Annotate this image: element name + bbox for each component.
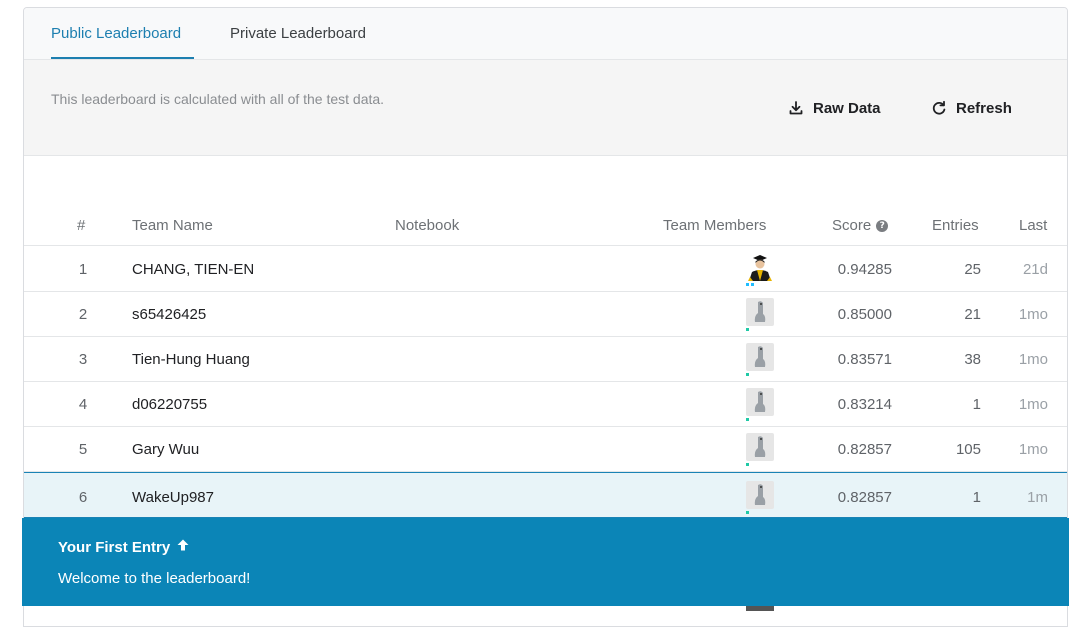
row-entries: 38 [964,351,981,368]
table-row-current-team: 6 WakeUp987 0.82857 1 1m [24,472,1067,518]
first-entry-toast: Your First Entry Welcome to the leaderbo… [22,518,1069,606]
row-last: 21d [1022,261,1048,278]
tier-indicator [746,283,749,286]
active-tab-indicator [51,57,194,59]
row-rank: 1 [78,261,88,278]
arrow-up-icon [176,538,190,556]
default-avatar[interactable] [746,433,774,461]
row-score: 0.83571 [837,351,892,368]
row-rank: 5 [78,441,88,458]
download-icon [788,100,804,116]
row-entries: 1 [972,489,981,506]
tier-indicator [751,283,754,286]
refresh-button[interactable]: Refresh [931,98,1012,118]
row-last: 1mo [1018,396,1048,413]
header-score-label: Score [832,217,872,234]
default-avatar[interactable] [746,343,774,371]
row-last: 1mo [1018,306,1048,323]
table-header: # Team Name Notebook Team Members Score … [24,206,1067,246]
row-team-name[interactable]: Tien-Hung Huang [132,351,250,368]
row-last: 1mo [1018,441,1048,458]
raw-data-button[interactable]: Raw Data [788,98,881,118]
header-team-members: Team Members [663,217,767,234]
refresh-label: Refresh [956,99,1012,117]
toast-title-text: Your First Entry [58,538,171,556]
default-avatar[interactable] [746,298,774,326]
row-score: 0.82857 [837,489,892,506]
toast-title: Your First Entry [58,538,190,556]
row-score: 0.85000 [837,306,892,323]
table-row: 5 Gary Wuu 0.82857 105 1mo [24,427,1067,472]
row-team-name[interactable]: d06220755 [132,396,207,413]
leaderboard-tabs: Public Leaderboard Private Leaderboard [24,8,1067,60]
row-entries: 25 [964,261,981,278]
refresh-icon [931,100,947,116]
next-row-avatar-peek [746,606,774,611]
row-rank: 6 [78,489,88,506]
help-icon[interactable]: ? [876,219,889,232]
header-rank: # [77,217,86,234]
row-team-name[interactable]: CHANG, TIEN-EN [132,261,254,278]
row-last: 1mo [1018,351,1048,368]
tier-indicator [746,418,749,421]
row-entries: 1 [972,396,981,413]
row-rank: 3 [78,351,88,368]
table-row: 4 d06220755 0.83214 1 1mo [24,382,1067,427]
header-team-name[interactable]: Team Name [132,217,213,234]
tier-indicator [746,328,749,331]
tier-indicator [746,373,749,376]
row-team-name[interactable]: WakeUp987 [132,489,214,506]
tab-public-leaderboard[interactable]: Public Leaderboard [51,25,181,42]
table-row: 3 Tien-Hung Huang 0.83571 38 1mo [24,337,1067,382]
tier-indicator [746,463,749,466]
row-team-name[interactable]: s65426425 [132,306,206,323]
header-entries[interactable]: Entries [932,217,979,234]
default-avatar[interactable] [746,481,774,509]
table-row: 2 s65426425 0.85000 21 1mo [24,292,1067,337]
tab-private-leaderboard[interactable]: Private Leaderboard [230,25,366,42]
row-rank: 4 [78,396,88,413]
graduate-avatar[interactable] [746,253,774,281]
leaderboard-info-bar: This leaderboard is calculated with all … [24,60,1067,156]
row-score: 0.83214 [837,396,892,413]
row-last: 1m [1027,489,1048,506]
row-score: 0.94285 [837,261,892,278]
header-last[interactable]: Last [1019,217,1047,234]
row-entries: 21 [964,306,981,323]
tier-indicator [746,511,749,514]
leaderboard-info-text: This leaderboard is calculated with all … [51,91,385,107]
default-avatar[interactable] [746,388,774,416]
raw-data-label: Raw Data [813,99,881,117]
table-row: 1 CHANG, TIEN-EN 0.94285 25 21d [24,247,1067,292]
row-entries: 105 [955,441,981,458]
toast-message: Welcome to the leaderboard! [58,570,251,587]
row-rank: 2 [78,306,88,323]
row-score: 0.82857 [837,441,892,458]
header-notebook: Notebook [395,217,460,234]
row-team-name[interactable]: Gary Wuu [132,441,199,458]
header-score[interactable]: Score ? [832,217,889,234]
